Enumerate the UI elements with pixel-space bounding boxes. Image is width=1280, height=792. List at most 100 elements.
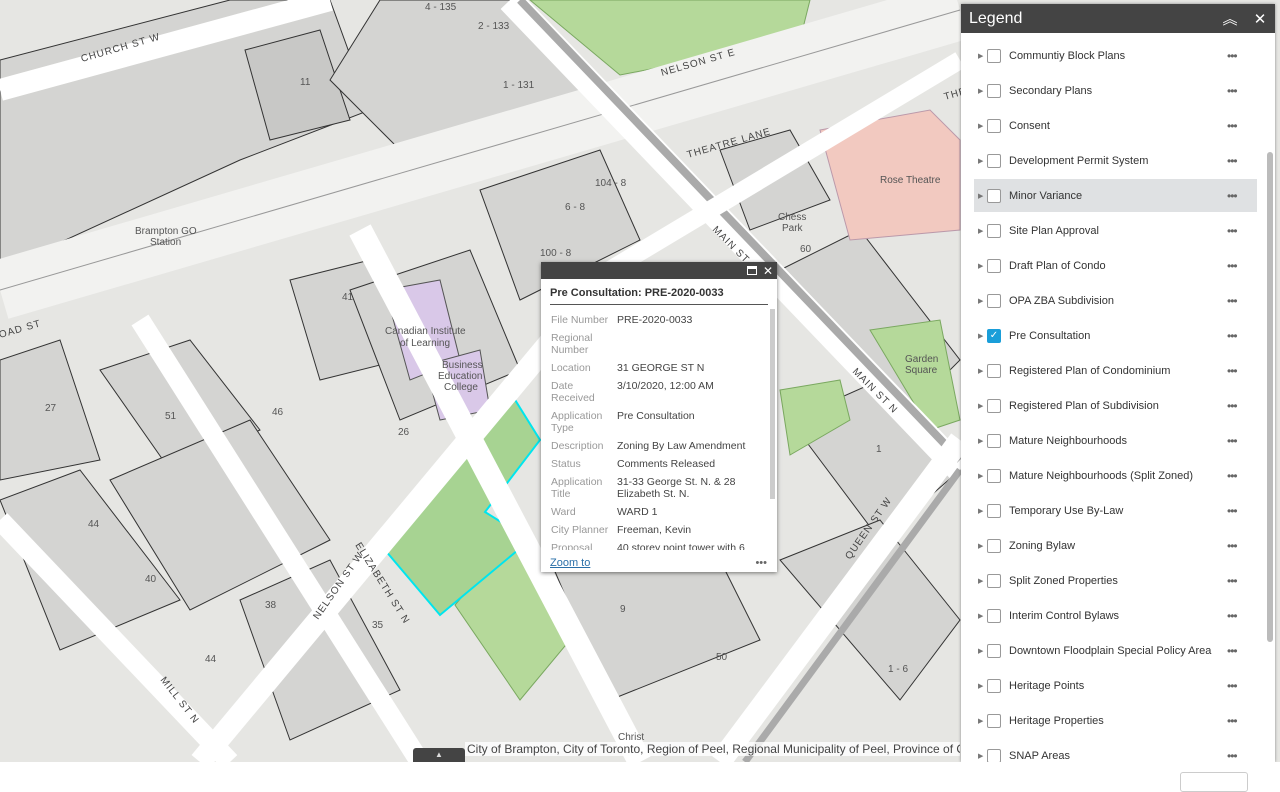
popup-field-row: Ward WARD 1 [551, 506, 768, 518]
layer-checkbox[interactable] [987, 188, 1001, 203]
bottom-button[interactable] [1180, 772, 1248, 792]
expand-arrow-icon[interactable]: ▶ [978, 437, 987, 445]
layer-checkbox[interactable] [987, 643, 1001, 658]
legend-layer-item[interactable]: ▶ Split Zoned Properties ••• [974, 564, 1257, 597]
legend-layer-item[interactable]: ▶ Communtiy Block Plans ••• [974, 39, 1257, 72]
expand-arrow-icon[interactable]: ▶ [978, 717, 987, 725]
expand-arrow-icon[interactable]: ▶ [978, 682, 987, 690]
layer-checkbox[interactable] [987, 153, 1001, 168]
layer-options-icon[interactable]: ••• [1227, 399, 1257, 413]
layer-checkbox[interactable] [987, 48, 1001, 63]
layer-options-icon[interactable]: ••• [1227, 364, 1257, 378]
layer-options-icon[interactable]: ••• [1227, 749, 1257, 763]
legend-layer-item[interactable]: ▶ Zoning Bylaw ••• [974, 529, 1257, 562]
close-icon[interactable]: ✕ [763, 264, 773, 278]
layer-options-icon[interactable]: ••• [1227, 504, 1257, 518]
legend-layer-item[interactable]: ▶ Mature Neighbourhoods ••• [974, 424, 1257, 457]
field-label: Date Received [551, 380, 595, 404]
layer-checkbox[interactable] [987, 503, 1001, 518]
layer-options-icon[interactable]: ••• [1227, 119, 1257, 133]
layer-options-icon[interactable]: ••• [1227, 539, 1257, 553]
expand-arrow-icon[interactable]: ▶ [978, 647, 987, 655]
layer-checkbox[interactable] [987, 538, 1001, 553]
legend-layer-item[interactable]: ▶ SNAP Areas ••• [974, 739, 1257, 762]
layer-checkbox[interactable] [987, 363, 1001, 378]
collapse-icon[interactable]: ︽ [1215, 8, 1245, 29]
popup-field-row: Regional Number [551, 332, 768, 356]
expand-arrow-icon[interactable]: ▶ [978, 192, 987, 200]
layer-options-icon[interactable]: ••• [1227, 469, 1257, 483]
legend-layer-item[interactable]: ▶ Minor Variance ••• [974, 179, 1257, 212]
legend-layer-item[interactable]: ▶ OPA ZBA Subdivision ••• [974, 284, 1257, 317]
close-icon[interactable]: ✕ [1245, 10, 1275, 28]
legend-layer-item[interactable]: ▶ Registered Plan of Subdivision ••• [974, 389, 1257, 422]
layer-options-icon[interactable]: ••• [1227, 714, 1257, 728]
layer-options-icon[interactable]: ••• [1227, 294, 1257, 308]
layer-checkbox[interactable] [987, 223, 1001, 238]
layer-options-icon[interactable]: ••• [1227, 189, 1257, 203]
legend-layer-item[interactable]: ▶ Temporary Use By-Law ••• [974, 494, 1257, 527]
legend-layer-item[interactable]: ▶ Mature Neighbourhoods (Split Zoned) ••• [974, 459, 1257, 492]
expand-arrow-icon[interactable]: ▶ [978, 577, 987, 585]
legend-layer-item[interactable]: ▶ ✓ Pre Consultation ••• [974, 319, 1257, 352]
legend-layer-item[interactable]: ▶ Heritage Properties ••• [974, 704, 1257, 737]
layer-options-icon[interactable]: ••• [1227, 644, 1257, 658]
expand-arrow-icon[interactable]: ▶ [978, 87, 987, 95]
layer-checkbox[interactable] [987, 608, 1001, 623]
expand-arrow-icon[interactable]: ▶ [978, 472, 987, 480]
legend-scrollbar[interactable] [1267, 152, 1273, 642]
expand-arrow-icon[interactable]: ▶ [978, 122, 987, 130]
maximize-icon[interactable] [746, 266, 757, 275]
expand-arrow-icon[interactable]: ▶ [978, 542, 987, 550]
zoom-to-link[interactable]: Zoom to [550, 557, 590, 569]
expand-arrow-icon[interactable]: ▶ [978, 402, 987, 410]
layer-checkbox[interactable] [987, 118, 1001, 133]
expand-arrow-icon[interactable]: ▶ [978, 752, 987, 760]
legend-layer-item[interactable]: ▶ Draft Plan of Condo ••• [974, 249, 1257, 282]
expand-arrow-icon[interactable]: ▶ [978, 367, 987, 375]
layer-options-icon[interactable]: ••• [1227, 574, 1257, 588]
legend-layer-item[interactable]: ▶ Secondary Plans ••• [974, 74, 1257, 107]
attribution-toggle-button[interactable]: ▲ [413, 748, 465, 762]
more-options-icon[interactable]: ••• [755, 557, 767, 569]
field-value: WARD 1 [617, 506, 658, 518]
legend-layer-item[interactable]: ▶ Development Permit System ••• [974, 144, 1257, 177]
expand-arrow-icon[interactable]: ▶ [978, 52, 987, 60]
layer-checkbox[interactable] [987, 293, 1001, 308]
popup-body[interactable]: File Number PRE-2020-0033 Regional Number L… [541, 305, 777, 550]
expand-arrow-icon[interactable]: ▶ [978, 507, 987, 515]
layer-checkbox[interactable] [987, 713, 1001, 728]
layer-checkbox[interactable] [987, 433, 1001, 448]
legend-layer-item[interactable]: ▶ Site Plan Approval ••• [974, 214, 1257, 247]
layer-options-icon[interactable]: ••• [1227, 329, 1257, 343]
layer-name: Heritage Points [1009, 679, 1085, 692]
expand-arrow-icon[interactable]: ▶ [978, 297, 987, 305]
layer-options-icon[interactable]: ••• [1227, 84, 1257, 98]
legend-layer-item[interactable]: ▶ Consent ••• [974, 109, 1257, 142]
layer-options-icon[interactable]: ••• [1227, 609, 1257, 623]
layer-checkbox[interactable] [987, 258, 1001, 273]
expand-arrow-icon[interactable]: ▶ [978, 157, 987, 165]
legend-layer-item[interactable]: ▶ Heritage Points ••• [974, 669, 1257, 702]
legend-layer-item[interactable]: ▶ Downtown Floodplain Special Policy Area… [974, 634, 1257, 667]
expand-arrow-icon[interactable]: ▶ [978, 227, 987, 235]
layer-options-icon[interactable]: ••• [1227, 679, 1257, 693]
legend-layer-item[interactable]: ▶ Interim Control Bylaws ••• [974, 599, 1257, 632]
expand-arrow-icon[interactable]: ▶ [978, 332, 987, 340]
layer-options-icon[interactable]: ••• [1227, 259, 1257, 273]
layer-checkbox[interactable] [987, 398, 1001, 413]
layer-options-icon[interactable]: ••• [1227, 154, 1257, 168]
layer-checkbox[interactable] [987, 748, 1001, 762]
layer-checkbox[interactable] [987, 573, 1001, 588]
layer-checkbox[interactable] [987, 468, 1001, 483]
layer-checkbox[interactable] [987, 678, 1001, 693]
layer-checkbox[interactable] [987, 83, 1001, 98]
popup-scrollbar[interactable] [770, 309, 775, 499]
expand-arrow-icon[interactable]: ▶ [978, 612, 987, 620]
layer-options-icon[interactable]: ••• [1227, 224, 1257, 238]
layer-options-icon[interactable]: ••• [1227, 49, 1257, 63]
layer-options-icon[interactable]: ••• [1227, 434, 1257, 448]
layer-checkbox[interactable]: ✓ [987, 328, 1001, 343]
expand-arrow-icon[interactable]: ▶ [978, 262, 987, 270]
legend-layer-item[interactable]: ▶ Registered Plan of Condominium ••• [974, 354, 1257, 387]
